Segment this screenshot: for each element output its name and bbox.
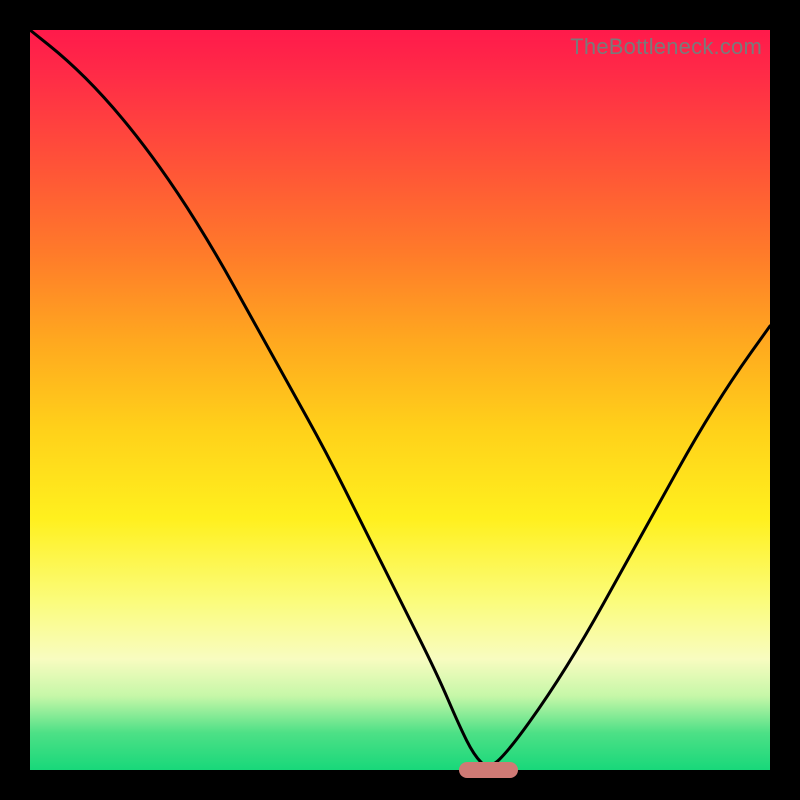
plot-area: TheBottleneck.com (30, 30, 770, 770)
chart-frame: TheBottleneck.com (0, 0, 800, 800)
bottleneck-curve (30, 30, 770, 770)
optimal-point-marker (459, 762, 518, 778)
